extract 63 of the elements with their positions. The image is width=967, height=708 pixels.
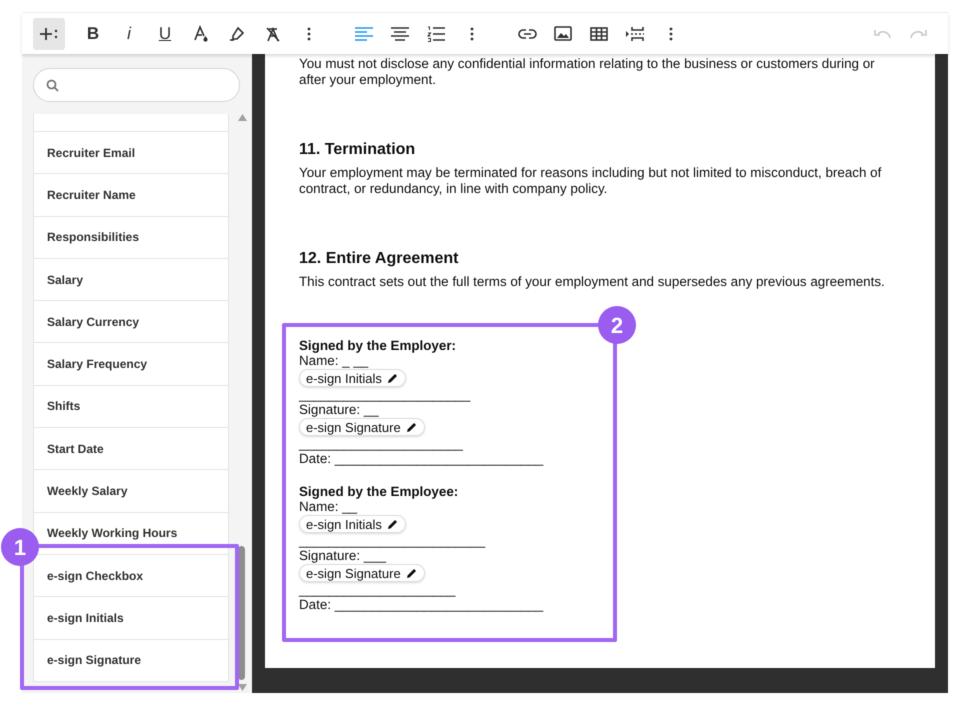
signature-line: Signature: __: [299, 402, 379, 417]
format-button[interactable]: B: [77, 18, 109, 50]
add-icon: [39, 26, 59, 42]
sidebar-item[interactable]: Shifts: [33, 386, 229, 428]
search-field[interactable]: [33, 68, 240, 102]
highlighter-icon: [228, 26, 246, 41]
paragraph: You must not disclose any confidential information relating to the business or customers during or after your employment.: [299, 56, 876, 88]
pencil-icon: [406, 568, 416, 578]
esign-field-chip[interactable]: e-sign Signature: [299, 564, 425, 582]
section-heading: 12. Entire Agreement: [299, 251, 460, 267]
callout-number: 1: [1, 528, 39, 566]
signature-heading: Signed by the Employee:: [299, 484, 460, 499]
scroll-up-icon[interactable]: [238, 114, 246, 121]
section-heading: 11. Termination: [299, 142, 416, 158]
signature-line: Date: ____________________________: [299, 451, 544, 466]
signature-line: _________________________: [299, 533, 486, 548]
sidebar-item[interactable]: Start Date: [33, 428, 229, 470]
align-center-icon: [391, 26, 409, 40]
scroll-down-icon[interactable]: [238, 684, 246, 691]
scrollbar[interactable]: [236, 114, 248, 693]
redo-icon: [910, 28, 926, 39]
clear-format-icon: [265, 26, 281, 42]
format-button[interactable]: i: [113, 18, 145, 50]
esign-field-chip[interactable]: e-sign Signature: [299, 418, 425, 436]
more-icon: [470, 26, 474, 40]
sidebar-item[interactable]: Recruiter Email: [33, 132, 229, 174]
sidebar-item[interactable]: Salary Currency: [33, 301, 229, 344]
signature-line: Name: _ __: [299, 353, 368, 368]
signature-line: _____________________: [299, 582, 456, 597]
sidebar-item[interactable]: Salary: [33, 258, 229, 302]
table-icon: [590, 26, 608, 40]
align-left-icon: [355, 26, 373, 40]
signature-line: Date: ____________________________: [299, 597, 544, 612]
sidebar-item[interactable]: e-sign Checkbox: [33, 554, 229, 598]
signature-line: ______________________: [299, 436, 463, 451]
sidebar-item[interactable]: Responsibilities: [33, 216, 229, 259]
numbered-list-icon: [427, 26, 445, 42]
page-break-icon: [626, 26, 644, 42]
link-icon: [518, 28, 536, 38]
esign-field-chip[interactable]: e-sign Initials: [299, 369, 406, 387]
sidebar-item[interactable]: e-sign Signature: [33, 640, 229, 682]
sidebar-item[interactable]: Weekly Salary: [33, 470, 229, 513]
sidebar-item[interactable]: Recruiter Name: [33, 174, 229, 217]
undo-icon: [874, 28, 890, 39]
sidebar-item[interactable]: e-sign Initials: [33, 597, 229, 640]
signature-line: _______________________: [299, 387, 470, 402]
esign-field-chip[interactable]: e-sign Initials: [299, 515, 406, 533]
more-icon: [669, 26, 673, 40]
more-icon: [307, 26, 311, 40]
pencil-icon: [388, 520, 397, 528]
text-color-icon: [193, 24, 209, 42]
search-icon: [46, 78, 59, 92]
image-icon: [554, 26, 572, 41]
add-button[interactable]: [33, 18, 65, 50]
paragraph: Your employment may be terminated for reasons including but not limited to misconduct, breach of contract, or redundancy, in line with company policy.: [299, 165, 882, 197]
format-button[interactable]: U: [149, 18, 181, 50]
signature-line: Signature: ___: [299, 548, 386, 563]
signature-heading: Signed by the Employer:: [299, 338, 457, 353]
paragraph: This contract sets out the full terms of your employment and supersedes any previous agreements.: [299, 274, 886, 290]
sidebar-item[interactable]: Salary Frequency: [33, 343, 229, 386]
pencil-icon: [406, 422, 416, 432]
signature-line: Name: __: [299, 499, 358, 514]
pencil-icon: [388, 374, 397, 382]
